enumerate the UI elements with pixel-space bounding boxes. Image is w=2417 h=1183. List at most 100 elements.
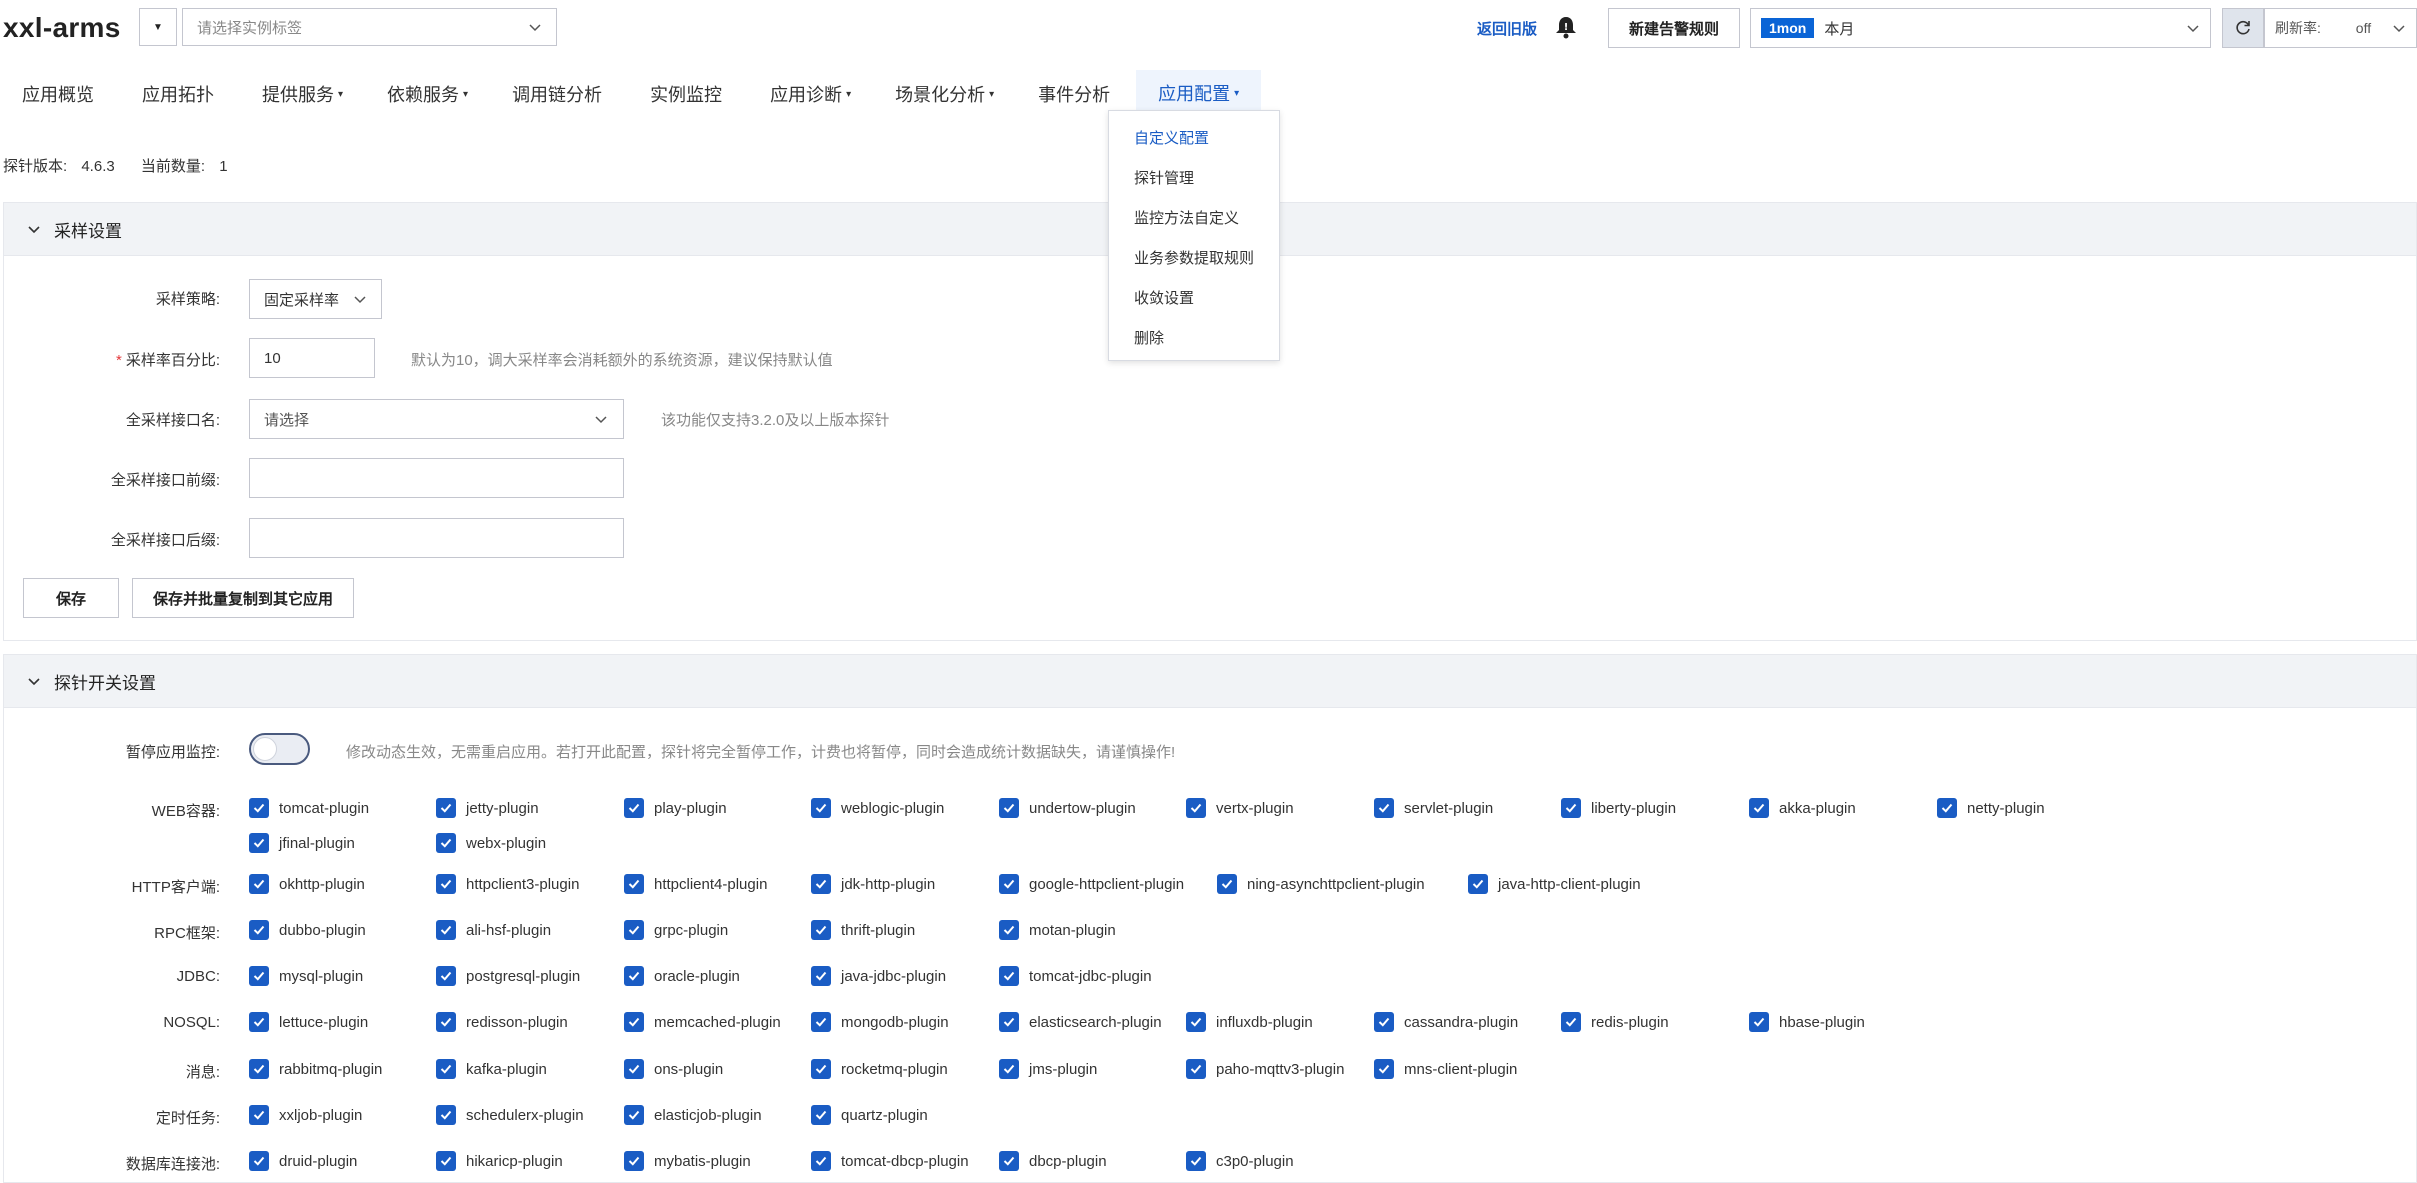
plugin-checkbox-oracle-plugin[interactable]: oracle-plugin [624,966,740,986]
plugin-checkbox-play-plugin[interactable]: play-plugin [624,798,727,818]
tab-app-topology[interactable]: 应用拓扑 [120,70,240,118]
plugin-checkbox-google-httpclient-plugin[interactable]: google-httpclient-plugin [999,874,1184,894]
plugin-checkbox-grpc-plugin[interactable]: grpc-plugin [624,920,728,940]
new-alert-rule-button[interactable]: 新建告警规则 [1608,8,1740,48]
refresh-button[interactable] [2222,8,2264,48]
plugin-checkbox-lettuce-plugin[interactable]: lettuce-plugin [249,1012,368,1032]
plugin-checkbox-thrift-plugin[interactable]: thrift-plugin [811,920,915,940]
plugin-checkbox-httpclient4-plugin[interactable]: httpclient4-plugin [624,874,767,894]
checkbox-checked-icon [1561,1012,1581,1032]
plugin-checkbox-hikaricp-plugin[interactable]: hikaricp-plugin [436,1151,563,1171]
plugin-checkbox-liberty-plugin[interactable]: liberty-plugin [1561,798,1676,818]
plugin-name: ning-asynchttpclient-plugin [1247,875,1425,893]
plugin-group-label: HTTP客户端: [131,879,220,896]
plugin-checkbox-undertow-plugin[interactable]: undertow-plugin [999,798,1136,818]
tab-provided-services[interactable]: 提供服务 ▾ [240,70,365,118]
tab-app-overview[interactable]: 应用概览 [0,70,120,118]
pause-monitor-toggle[interactable] [249,733,310,765]
plugin-checkbox-postgresql-plugin[interactable]: postgresql-plugin [436,966,580,986]
probe-version: 4.6.3 [81,158,115,175]
plugin-checkbox-ning-asynchttpclient-plugin[interactable]: ning-asynchttpclient-plugin [1217,874,1425,894]
plugin-checkbox-cassandra-plugin[interactable]: cassandra-plugin [1374,1012,1518,1032]
menu-item-monitor-method-custom[interactable]: 监控方法自定义 [1109,197,1279,237]
plugin-checkbox-c3p0-plugin[interactable]: c3p0-plugin [1186,1151,1294,1171]
plugin-checkbox-ons-plugin[interactable]: ons-plugin [624,1059,723,1079]
tab-trace-analysis[interactable]: 调用链分析 [490,70,628,118]
plugin-checkbox-tomcat-plugin[interactable]: tomcat-plugin [249,798,369,818]
menu-item-custom-config[interactable]: 自定义配置 [1109,117,1279,157]
plugin-checkbox-mns-client-plugin[interactable]: mns-client-plugin [1374,1059,1517,1079]
plugin-checkbox-rabbitmq-plugin[interactable]: rabbitmq-plugin [249,1059,382,1079]
plugin-name: ali-hsf-plugin [466,921,552,939]
plugin-checkbox-akka-plugin[interactable]: akka-plugin [1749,798,1856,818]
plugin-checkbox-motan-plugin[interactable]: motan-plugin [999,920,1116,940]
save-and-copy-button[interactable]: 保存并批量复制到其它应用 [132,578,354,618]
plugin-checkbox-elasticjob-plugin[interactable]: elasticjob-plugin [624,1105,762,1125]
plugin-checkbox-mysql-plugin[interactable]: mysql-plugin [249,966,363,986]
menu-item-business-param-rules[interactable]: 业务参数提取规则 [1109,237,1279,277]
plugin-checkbox-httpclient3-plugin[interactable]: httpclient3-plugin [436,874,579,894]
plugin-checkbox-jfinal-plugin[interactable]: jfinal-plugin [249,833,355,853]
plugin-checkbox-vertx-plugin[interactable]: vertx-plugin [1186,798,1294,818]
plugin-checkbox-netty-plugin[interactable]: netty-plugin [1937,798,2045,818]
plugin-checkbox-quartz-plugin[interactable]: quartz-plugin [811,1105,928,1125]
sampling-percent-input[interactable]: 10 [249,338,375,378]
interface-prefix-input[interactable] [249,458,624,498]
probe-switch-header[interactable]: 探针开关设置 [3,654,2417,708]
menu-item-convergence-settings[interactable]: 收敛设置 [1109,277,1279,317]
plugin-checkbox-ali-hsf-plugin[interactable]: ali-hsf-plugin [436,920,551,940]
plugin-checkbox-dbcp-plugin[interactable]: dbcp-plugin [999,1151,1107,1171]
checkbox-checked-icon [811,1151,831,1171]
plugin-checkbox-xxljob-plugin[interactable]: xxljob-plugin [249,1105,362,1125]
instance-tag-select[interactable]: 请选择实例标签 [182,8,557,46]
checkbox-checked-icon [1374,1012,1394,1032]
tab-scenario-analysis[interactable]: 场景化分析 ▾ [873,70,1016,118]
instance-menu-button[interactable]: ▼ [139,8,177,46]
menu-item-probe-management[interactable]: 探针管理 [1109,157,1279,197]
plugin-checkbox-redisson-plugin[interactable]: redisson-plugin [436,1012,568,1032]
full-interface-select[interactable]: 请选择 [249,399,624,439]
alert-bell-icon[interactable]: ! [1553,14,1579,40]
plugin-checkbox-redis-plugin[interactable]: redis-plugin [1561,1012,1669,1032]
plugin-checkbox-kafka-plugin[interactable]: kafka-plugin [436,1059,547,1079]
plugin-checkbox-hbase-plugin[interactable]: hbase-plugin [1749,1012,1865,1032]
checkbox-checked-icon [436,1012,456,1032]
plugin-name: httpclient3-plugin [466,875,580,893]
plugin-checkbox-weblogic-plugin[interactable]: weblogic-plugin [811,798,944,818]
checkbox-checked-icon [811,798,831,818]
plugin-checkbox-tomcat-dbcp-plugin[interactable]: tomcat-dbcp-plugin [811,1151,969,1171]
time-range-label: 本月 [1824,20,1855,38]
plugin-checkbox-druid-plugin[interactable]: druid-plugin [249,1151,357,1171]
save-button[interactable]: 保存 [23,578,119,618]
plugin-checkbox-jms-plugin[interactable]: jms-plugin [999,1059,1097,1079]
plugin-checkbox-influxdb-plugin[interactable]: influxdb-plugin [1186,1012,1313,1032]
menu-item-delete[interactable]: 删除 [1109,317,1279,357]
plugin-checkbox-elasticsearch-plugin[interactable]: elasticsearch-plugin [999,1012,1162,1032]
plugin-checkbox-paho-mqttv3-plugin[interactable]: paho-mqttv3-plugin [1186,1059,1344,1079]
plugin-checkbox-okhttp-plugin[interactable]: okhttp-plugin [249,874,365,894]
plugin-checkbox-servlet-plugin[interactable]: servlet-plugin [1374,798,1493,818]
refresh-rate-label: 刷新率: [2275,20,2321,36]
plugin-checkbox-schedulerx-plugin[interactable]: schedulerx-plugin [436,1105,584,1125]
tab-instance-monitor[interactable]: 实例监控 [628,70,748,118]
plugin-checkbox-jetty-plugin[interactable]: jetty-plugin [436,798,539,818]
plugin-checkbox-jdk-http-plugin[interactable]: jdk-http-plugin [811,874,935,894]
plugin-checkbox-memcached-plugin[interactable]: memcached-plugin [624,1012,781,1032]
plugin-checkbox-dubbo-plugin[interactable]: dubbo-plugin [249,920,366,940]
checkbox-checked-icon [999,874,1019,894]
tab-app-diagnosis[interactable]: 应用诊断 ▾ [748,70,873,118]
plugin-checkbox-java-http-client-plugin[interactable]: java-http-client-plugin [1468,874,1641,894]
plugin-checkbox-mongodb-plugin[interactable]: mongodb-plugin [811,1012,949,1032]
time-range-select[interactable]: 1mon 本月 [1750,8,2211,48]
plugin-checkbox-java-jdbc-plugin[interactable]: java-jdbc-plugin [811,966,946,986]
interface-suffix-input[interactable] [249,518,624,558]
checkbox-checked-icon [249,920,269,940]
plugin-checkbox-mybatis-plugin[interactable]: mybatis-plugin [624,1151,751,1171]
refresh-rate-select[interactable]: 刷新率: off [2264,8,2417,48]
plugin-checkbox-webx-plugin[interactable]: webx-plugin [436,833,546,853]
back-to-old-version-link[interactable]: 返回旧版 [1477,18,1537,39]
plugin-checkbox-rocketmq-plugin[interactable]: rocketmq-plugin [811,1059,948,1079]
sampling-strategy-select[interactable]: 固定采样率 [249,279,382,319]
tab-dependent-services[interactable]: 依赖服务 ▾ [365,70,490,118]
plugin-checkbox-tomcat-jdbc-plugin[interactable]: tomcat-jdbc-plugin [999,966,1152,986]
